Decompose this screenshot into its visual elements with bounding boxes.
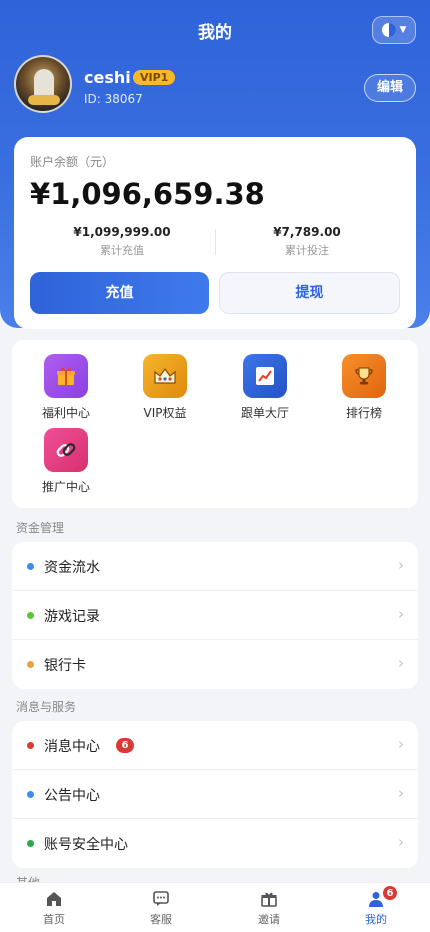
list-label: 游戏记录 bbox=[44, 609, 100, 625]
avatar[interactable] bbox=[14, 55, 72, 113]
home-icon bbox=[14, 889, 94, 909]
list-dot bbox=[27, 840, 34, 847]
total-bet-value: ¥7,789.00 bbox=[273, 225, 341, 239]
edit-profile-button[interactable]: 编辑 bbox=[364, 74, 416, 102]
fund-list: 资金流水 › 游戏记录 › 银行卡 › bbox=[12, 542, 418, 689]
list-item-bank-card[interactable]: 银行卡 › bbox=[12, 640, 418, 689]
tab-label: 首页 bbox=[43, 913, 65, 926]
chevron-right-icon: › bbox=[398, 605, 404, 623]
list-label: 消息中心 bbox=[44, 739, 100, 755]
theme-toggle[interactable]: ▼ bbox=[372, 16, 416, 44]
username: ceshi bbox=[84, 68, 131, 87]
grid-label: 福利中心 bbox=[41, 406, 90, 420]
list-dot bbox=[27, 742, 34, 749]
total-bet-label: 累计投注 bbox=[285, 244, 329, 257]
list-item-announcements[interactable]: 公告中心 › bbox=[12, 770, 418, 819]
total-recharge-stat: ¥1,099,999.00 累计充值 bbox=[32, 225, 212, 258]
chart-icon bbox=[243, 354, 287, 398]
section-title-fund: 资金管理 bbox=[16, 521, 65, 535]
grid-item-promotion[interactable]: 推广中心 bbox=[16, 428, 116, 495]
grid-label: 跟单大厅 bbox=[240, 406, 289, 420]
vip-badge: VIP1 bbox=[133, 70, 176, 85]
recharge-button[interactable]: 充值 bbox=[30, 272, 209, 314]
total-recharge-value: ¥1,099,999.00 bbox=[73, 225, 171, 239]
grid-label: VIP权益 bbox=[143, 406, 187, 420]
tab-badge: 6 bbox=[382, 885, 398, 901]
chevron-right-icon: › bbox=[398, 654, 404, 672]
total-bet-stat: ¥7,789.00 累计投注 bbox=[217, 225, 397, 258]
list-item-message-center[interactable]: 消息中心 6 › bbox=[12, 721, 418, 770]
unread-badge: 6 bbox=[116, 738, 134, 753]
crown-icon bbox=[143, 354, 187, 398]
chat-icon bbox=[121, 889, 201, 909]
bottom-tab-bar: 首页 客服 邀请 我的 6 bbox=[0, 882, 430, 932]
balance-label: 账户余额（元） bbox=[30, 155, 115, 169]
feature-grid: 福利中心 VIP权益 跟单大厅 排行榜 推广中心 bbox=[12, 340, 418, 508]
tab-home[interactable]: 首页 bbox=[14, 889, 94, 927]
chevron-down-icon: ▼ bbox=[399, 25, 407, 35]
withdraw-button[interactable]: 提现 bbox=[219, 272, 400, 314]
list-dot bbox=[27, 563, 34, 570]
grid-item-copy-trading[interactable]: 跟单大厅 bbox=[215, 354, 315, 421]
section-title-messages: 消息与服务 bbox=[16, 700, 77, 714]
user-icon bbox=[336, 889, 416, 909]
tab-invite[interactable]: 邀请 bbox=[229, 889, 309, 927]
grid-item-welfare[interactable]: 福利中心 bbox=[16, 354, 116, 421]
grid-label: 推广中心 bbox=[41, 480, 90, 494]
list-dot bbox=[27, 661, 34, 668]
list-dot bbox=[27, 791, 34, 798]
gift-box-icon bbox=[229, 889, 309, 909]
tab-mine[interactable]: 我的 6 bbox=[336, 885, 416, 927]
page-title: 我的 bbox=[198, 23, 232, 43]
list-label: 银行卡 bbox=[44, 658, 86, 674]
grid-label: 排行榜 bbox=[345, 406, 382, 420]
balance-amount: ¥1,096,659.38 bbox=[30, 177, 265, 211]
chevron-right-icon: › bbox=[398, 735, 404, 753]
list-label: 资金流水 bbox=[44, 560, 100, 576]
grid-item-leaderboard[interactable]: 排行榜 bbox=[314, 354, 414, 421]
chevron-right-icon: › bbox=[398, 556, 404, 574]
total-recharge-label: 累计充值 bbox=[100, 244, 144, 257]
list-item-game-records[interactable]: 游戏记录 › bbox=[12, 591, 418, 640]
message-list: 消息中心 6 › 公告中心 › 账号安全中心 › bbox=[12, 721, 418, 868]
tab-label: 客服 bbox=[150, 913, 172, 926]
list-item-account-security[interactable]: 账号安全中心 › bbox=[12, 819, 418, 868]
link-icon bbox=[44, 428, 88, 472]
grid-item-vip[interactable]: VIP权益 bbox=[115, 354, 215, 421]
tab-customer-service[interactable]: 客服 bbox=[121, 889, 201, 927]
list-dot bbox=[27, 612, 34, 619]
tab-label: 我的 bbox=[365, 913, 387, 926]
balance-card: 账户余额（元） ¥1,096,659.38 ¥1,099,999.00 累计充值… bbox=[14, 137, 416, 329]
tab-label: 邀请 bbox=[258, 913, 280, 926]
user-id: ID: 38067 bbox=[84, 92, 143, 106]
list-label: 公告中心 bbox=[44, 788, 100, 804]
trophy-icon bbox=[342, 354, 386, 398]
list-item-fund-flow[interactable]: 资金流水 › bbox=[12, 542, 418, 591]
chevron-right-icon: › bbox=[398, 833, 404, 851]
list-label: 账号安全中心 bbox=[44, 837, 128, 853]
stat-divider bbox=[215, 229, 216, 255]
chevron-right-icon: › bbox=[398, 784, 404, 802]
gift-icon bbox=[44, 354, 88, 398]
theme-icon bbox=[381, 23, 396, 37]
